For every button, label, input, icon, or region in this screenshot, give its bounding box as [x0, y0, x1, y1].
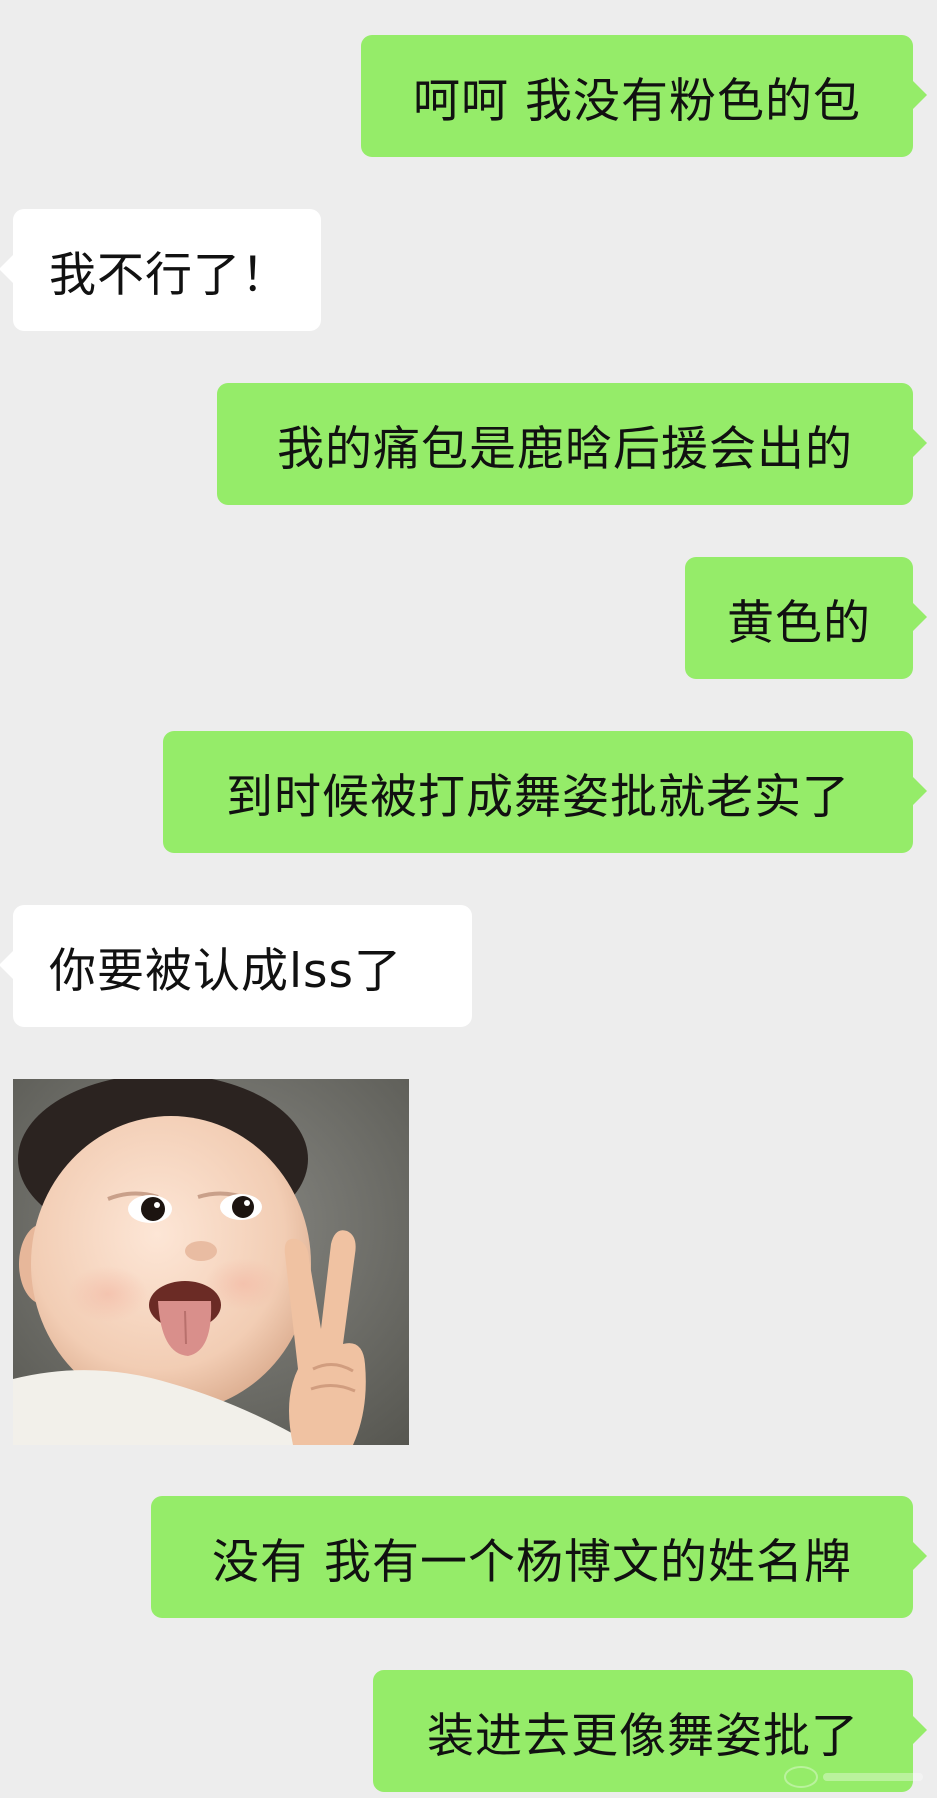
message-text: 你要被认成lss了 — [49, 943, 403, 999]
bubble-tail — [913, 429, 927, 457]
message-bubble-received[interactable]: 我不行了！ — [0, 209, 321, 331]
photo-message[interactable] — [13, 1079, 409, 1445]
chat-screen: { "messages": [ {"side": "sent", "text":… — [0, 0, 937, 1798]
bubble-tail — [0, 951, 13, 979]
message-text: 装进去更像舞姿批了 — [427, 1708, 859, 1764]
watermark-logo — [784, 1766, 923, 1788]
bubble-tail — [913, 81, 927, 109]
message-text: 呵呵 我没有粉色的包 — [413, 73, 861, 129]
bubble-tail — [913, 603, 927, 631]
message-text: 我的痛包是鹿晗后援会出的 — [277, 421, 853, 477]
toddler-peace-sign-image — [13, 1079, 409, 1445]
message-text: 到时候被打成舞姿批就老实了 — [226, 769, 850, 825]
bubble-tail — [913, 1542, 927, 1570]
message-bubble-received[interactable]: 你要被认成lss了 — [0, 905, 472, 1027]
bubble-tail — [0, 255, 13, 283]
message-text: 没有 我有一个杨博文的姓名牌 — [212, 1534, 852, 1590]
message-bubble-sent[interactable]: 黄色的 — [685, 557, 927, 679]
message-text: 我不行了！ — [49, 247, 289, 303]
message-bubble-sent[interactable]: 到时候被打成舞姿批就老实了 — [163, 731, 927, 853]
bubble-tail — [913, 777, 927, 805]
message-bubble-sent[interactable]: 呵呵 我没有粉色的包 — [361, 35, 927, 157]
bubble-tail — [913, 1716, 927, 1744]
message-bubble-sent[interactable]: 我的痛包是鹿晗后援会出的 — [217, 383, 927, 505]
message-bubble-sent[interactable]: 没有 我有一个杨博文的姓名牌 — [151, 1496, 927, 1618]
message-text: 黄色的 — [727, 595, 871, 651]
